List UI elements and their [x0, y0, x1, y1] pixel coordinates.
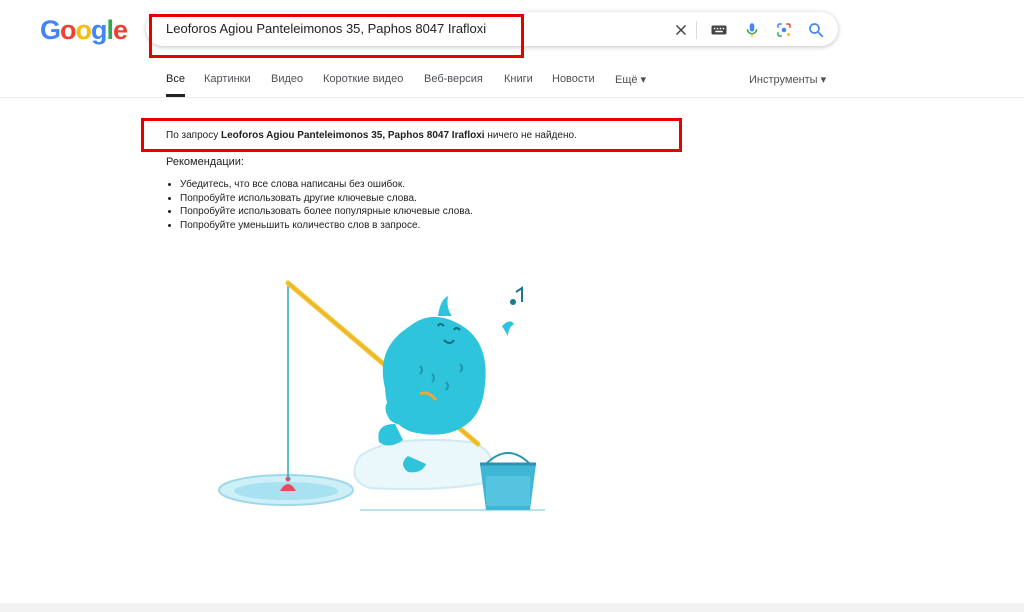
list-item: Попробуйте использовать другие ключевые …	[180, 192, 473, 206]
search-icon[interactable]	[807, 21, 825, 39]
list-item: Попробуйте уменьшить количество слов в з…	[180, 219, 473, 233]
tab-web[interactable]: Веб-версия	[424, 73, 483, 85]
logo-letter: e	[113, 15, 128, 45]
tab-videos[interactable]: Видео	[271, 73, 303, 85]
tools-button[interactable]: Инструменты ▾	[749, 73, 826, 86]
logo-letter: o	[75, 15, 92, 45]
header-divider	[0, 97, 1024, 98]
no-results-highlight-box	[141, 118, 682, 152]
fishing-creature-illustration	[218, 280, 545, 511]
mic-icon[interactable]	[743, 21, 761, 39]
logo-letter: o	[60, 15, 76, 45]
tab-more[interactable]: Ещё ▾	[615, 73, 646, 86]
list-item: Попробуйте использовать более популярные…	[180, 205, 473, 219]
search-divider	[696, 21, 697, 39]
google-logo[interactable]: Google	[40, 15, 128, 46]
tab-news[interactable]: Новости	[552, 73, 595, 85]
tab-books[interactable]: Книги	[504, 73, 533, 85]
keyboard-icon[interactable]	[710, 21, 728, 39]
logo-letter: G	[40, 15, 61, 45]
recommendations-list: Убедитесь, что все слова написаны без ош…	[166, 178, 473, 232]
list-item: Убедитесь, что все слова написаны без ош…	[180, 178, 473, 192]
lens-icon[interactable]	[775, 21, 793, 39]
clear-icon[interactable]	[672, 21, 690, 39]
tab-short-videos[interactable]: Короткие видео	[323, 73, 403, 85]
page-footer	[0, 603, 1024, 612]
search-highlight-box	[149, 14, 524, 58]
tab-images[interactable]: Картинки	[204, 73, 251, 85]
tab-all[interactable]: Все	[166, 73, 185, 85]
recommendations-title: Рекомендации:	[166, 156, 244, 168]
logo-letter: g	[91, 15, 107, 45]
